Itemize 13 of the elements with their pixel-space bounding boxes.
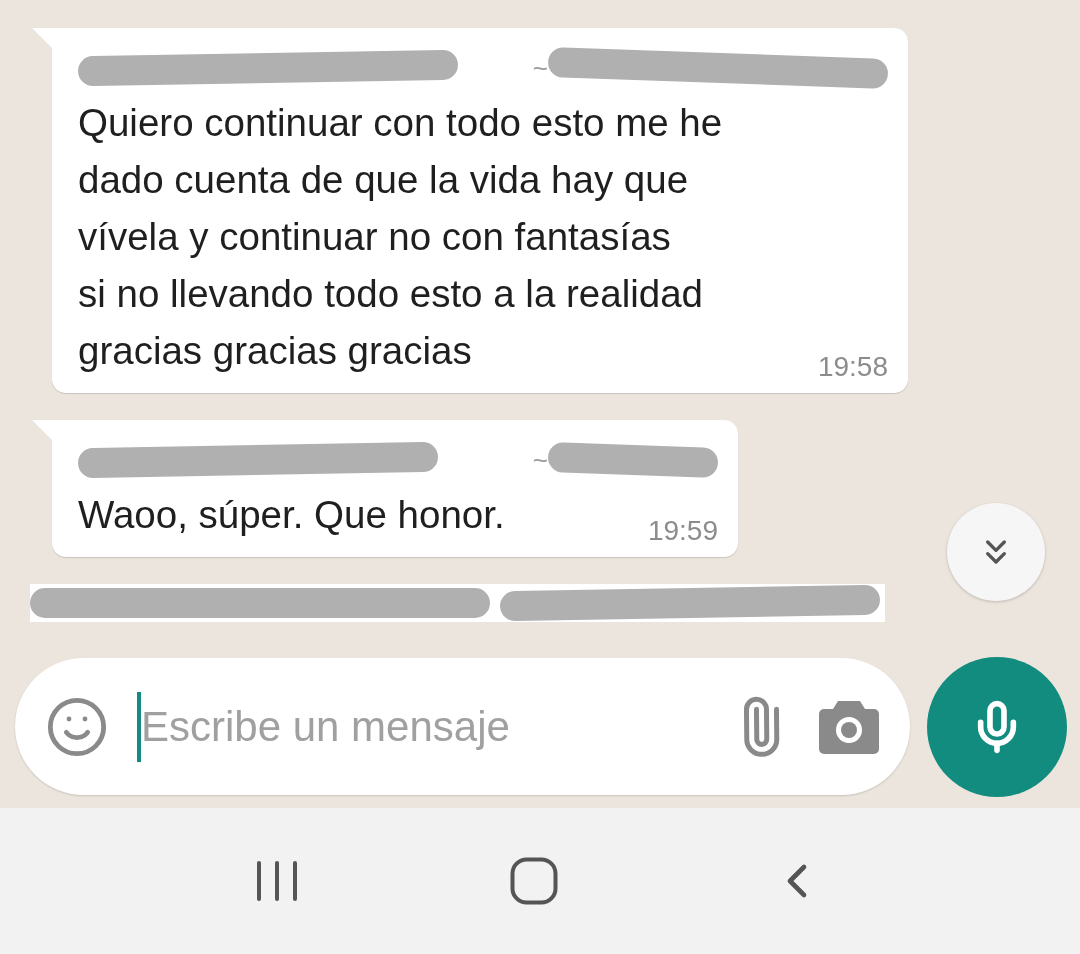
text-cursor bbox=[137, 691, 141, 762]
three-bars-icon bbox=[255, 859, 300, 903]
message-text: Quiero continuar con todo esto me he dado cuenta de que la vida hay que vívela y continuar no con fantasías si no llevando todo esto a la realidad gracias gracias gracias bbox=[78, 100, 724, 374]
rounded-square-icon bbox=[510, 857, 558, 905]
camera-icon bbox=[818, 698, 880, 755]
recent-apps-button[interactable] bbox=[255, 859, 300, 903]
camera-button[interactable] bbox=[818, 698, 880, 755]
message-time: 19:59 bbox=[647, 515, 718, 547]
home-button[interactable] bbox=[510, 857, 558, 905]
message-text: Waoo, súper. Que honor. bbox=[78, 492, 506, 538]
sender-name-prefix: ~ bbox=[532, 52, 548, 84]
sender-name-prefix: ~ bbox=[532, 444, 548, 476]
message-time: 19:58 bbox=[817, 351, 888, 383]
